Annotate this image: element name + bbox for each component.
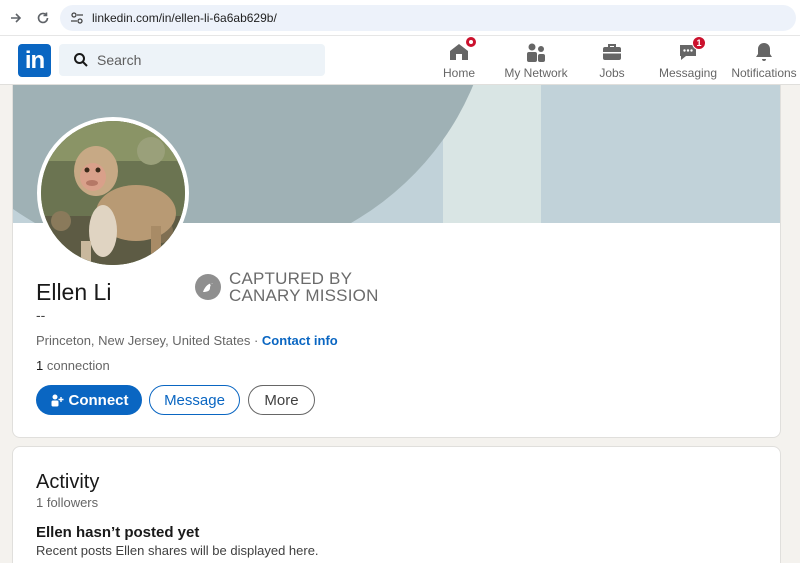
site-settings-icon[interactable]: [68, 9, 86, 27]
search-icon: [74, 53, 88, 67]
nav-my-network[interactable]: My Network: [503, 40, 569, 84]
activity-empty-title: Ellen hasn’t posted yet: [36, 524, 200, 541]
briefcase-icon: [600, 40, 624, 64]
bell-icon: [752, 40, 776, 64]
activity-title: Activity: [36, 471, 100, 493]
messaging-badge: 1: [692, 36, 706, 50]
profile-location-line: Princeton, New Jersey, United States · C…: [36, 333, 338, 348]
profile-name: Ellen Li: [36, 279, 112, 305]
messaging-icon: 1: [676, 36, 706, 64]
avatar-photo-macaque: [41, 121, 185, 265]
stamp-line-1: CAPTURED BY: [229, 269, 353, 288]
activity-card: Activity 1 followers Ellen hasn’t posted…: [12, 446, 781, 563]
url-text: linkedin.com/in/ellen-li-6a6ab629b/: [92, 11, 277, 25]
activity-followers[interactable]: 1 followers: [36, 495, 98, 510]
nav-messaging-label: Messaging: [658, 66, 718, 80]
linkedin-header: in Home My Network Jobs 1 Messaging: [0, 36, 800, 85]
nav-notifications-label: Notifications: [731, 66, 797, 80]
home-badge: [465, 36, 477, 48]
connections-label: connection: [43, 358, 110, 373]
reload-icon[interactable]: [33, 8, 53, 28]
search-input[interactable]: [97, 52, 297, 68]
nav-jobs-label: Jobs: [599, 66, 625, 80]
profile-headline: --: [36, 307, 46, 323]
canary-bird-icon: [195, 274, 221, 300]
location-separator: ·: [250, 333, 262, 348]
connections-count[interactable]: 1 connection: [36, 358, 110, 373]
connect-button[interactable]: Connect: [36, 385, 142, 415]
profile-location: Princeton, New Jersey, United States: [36, 333, 251, 348]
profile-card: CAPTURED BY CANARY MISSION Ellen Li -- P…: [12, 85, 781, 438]
connect-label: Connect: [68, 391, 129, 409]
add-person-icon: [51, 394, 63, 407]
contact-info-link[interactable]: Contact info: [262, 333, 338, 348]
nav-jobs[interactable]: Jobs: [598, 40, 626, 84]
nav-my-network-label: My Network: [504, 66, 568, 80]
nav-messaging[interactable]: 1 Messaging: [658, 36, 718, 84]
address-bar[interactable]: linkedin.com/in/ellen-li-6a6ab629b/: [60, 5, 796, 31]
stamp-line-2: CANARY MISSION: [229, 286, 379, 305]
search-box[interactable]: [59, 44, 325, 76]
browser-toolbar: linkedin.com/in/ellen-li-6a6ab629b/: [0, 0, 800, 36]
nav-notifications[interactable]: Notifications: [731, 40, 797, 84]
network-icon: [524, 40, 548, 64]
forward-icon[interactable]: [6, 8, 26, 28]
nav-home[interactable]: Home: [442, 36, 477, 84]
linkedin-logo[interactable]: in: [18, 44, 51, 77]
activity-empty-subtitle: Recent posts Ellen shares will be displa…: [36, 543, 319, 558]
home-icon: [447, 36, 477, 64]
more-button[interactable]: More: [248, 385, 315, 415]
nav-home-label: Home: [442, 66, 475, 80]
message-button[interactable]: Message: [149, 385, 240, 415]
avatar[interactable]: [37, 117, 189, 269]
canary-mission-stamp: CAPTURED BY CANARY MISSION: [195, 270, 379, 304]
